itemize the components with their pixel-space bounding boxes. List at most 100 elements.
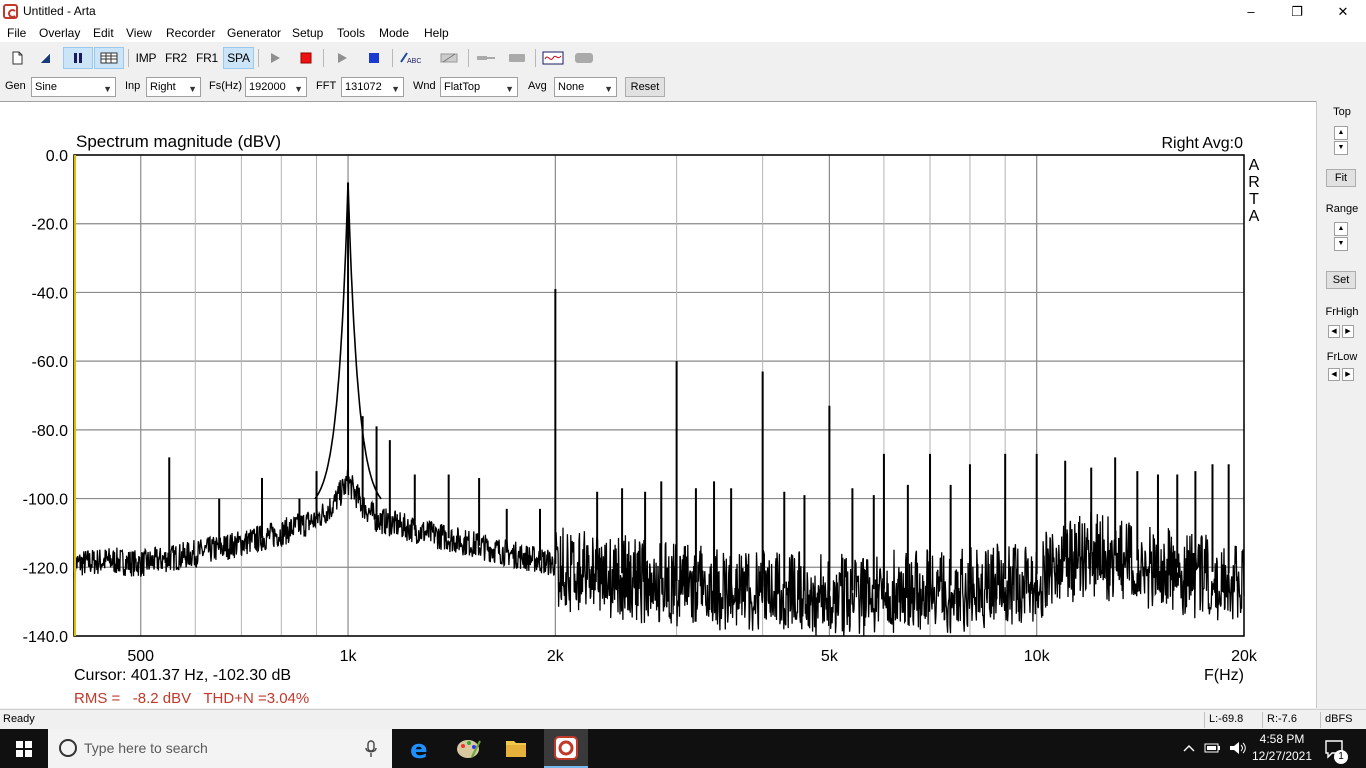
- avg-select[interactable]: None ▼: [554, 77, 617, 97]
- spectrum-noise-trace: [73, 469, 1245, 637]
- toolbar-separator: [258, 49, 259, 67]
- fr2-mode-button[interactable]: FR2: [161, 47, 191, 69]
- fs-select[interactable]: 192000 ▼: [245, 77, 307, 97]
- toolbar-separator: [535, 49, 536, 67]
- menu-tools[interactable]: Tools: [337, 26, 365, 40]
- fft-label: FFT: [316, 80, 337, 92]
- file-explorer-icon[interactable]: [496, 729, 536, 768]
- generator-play-icon[interactable]: [328, 47, 356, 69]
- menu-help[interactable]: Help: [424, 26, 449, 40]
- watermark-letter: A: [1249, 208, 1260, 225]
- pause-icon[interactable]: [63, 47, 93, 69]
- spectrum-chart[interactable]: 0.0 -20.0 -40.0 -60.0 -80.0 -100.0 -120.0 -140.…: [0, 102, 1316, 709]
- microphone-icon[interactable]: [365, 740, 377, 758]
- control-row: Gen Sine ▼ Inp Right ▼ Fs(Hz) 192000 ▼ FFT …: [0, 74, 1366, 100]
- windows-taskbar: Type here to search e 4:58 PM 12/27/2021…: [0, 729, 1366, 768]
- spa-mode-button[interactable]: SPA: [223, 47, 254, 69]
- probe-icon[interactable]: [471, 47, 501, 69]
- menu-mode[interactable]: Mode: [379, 26, 409, 40]
- top-down-arrow-icon[interactable]: ▼: [1334, 141, 1348, 155]
- x-axis-label: F(Hz): [1204, 667, 1244, 684]
- fft-select[interactable]: 131072 ▼: [341, 77, 404, 97]
- menu-edit[interactable]: Edit: [93, 26, 114, 40]
- reset-button[interactable]: Reset: [625, 77, 665, 97]
- play-icon[interactable]: [261, 47, 289, 69]
- right-level-readout: R:-7.6: [1262, 712, 1318, 728]
- range-down-arrow-icon[interactable]: ▼: [1334, 237, 1348, 251]
- frlow-right-arrow-icon[interactable]: ▶: [1342, 368, 1354, 381]
- spectrum-plot-panel[interactable]: 0.0 -20.0 -40.0 -60.0 -80.0 -100.0 -120.0 -140.…: [0, 101, 1316, 708]
- taskbar-search-box[interactable]: Type here to search: [48, 729, 392, 768]
- top-up-arrow-icon[interactable]: ▲: [1334, 126, 1348, 140]
- x-tick-label: 500: [127, 648, 154, 665]
- volume-icon[interactable]: [1228, 739, 1248, 757]
- minimize-button[interactable]: –: [1228, 0, 1274, 23]
- stop-record-icon[interactable]: [292, 47, 320, 69]
- search-placeholder: Type here to search: [84, 740, 208, 756]
- wnd-select[interactable]: FlatTop ▼: [440, 77, 518, 97]
- new-file-icon[interactable]: [3, 47, 31, 69]
- arta-app-icon[interactable]: [3, 4, 18, 19]
- avg-label: Avg: [528, 80, 547, 92]
- menu-generator[interactable]: Generator: [227, 26, 281, 40]
- status-ready: Ready: [3, 713, 35, 725]
- chevron-down-icon: ▼: [391, 84, 400, 94]
- device-icon[interactable]: [502, 47, 532, 69]
- fr1-mode-button[interactable]: FR1: [192, 47, 222, 69]
- frlow-label: FrLow: [1326, 351, 1358, 363]
- search-icon: [59, 739, 77, 757]
- imp-mode-button[interactable]: IMP: [131, 47, 161, 69]
- y-tick-label: -20.0: [32, 217, 69, 234]
- open-file-icon[interactable]: [31, 47, 59, 69]
- fs-label: Fs(Hz): [209, 80, 242, 92]
- svg-text:ABC: ABC: [407, 58, 421, 65]
- frhigh-left-arrow-icon[interactable]: ◀: [1328, 325, 1340, 338]
- menu-overlay[interactable]: Overlay: [39, 26, 80, 40]
- frhigh-right-arrow-icon[interactable]: ▶: [1342, 325, 1354, 338]
- menu-view[interactable]: View: [126, 26, 152, 40]
- maximize-button[interactable]: ❐: [1274, 0, 1320, 23]
- frlow-left-arrow-icon[interactable]: ◀: [1328, 368, 1340, 381]
- y-tick-label: -100.0: [23, 492, 68, 509]
- status-bar: Ready L:-69.8 R:-7.6 dBFS: [0, 709, 1366, 729]
- scope-icon[interactable]: [538, 47, 568, 69]
- y-tick-label: -140.0: [23, 629, 68, 646]
- table-view-icon[interactable]: [94, 47, 124, 69]
- range-up-arrow-icon[interactable]: ▲: [1334, 222, 1348, 236]
- gen-select[interactable]: Sine ▼: [31, 77, 116, 97]
- inp-select[interactable]: Right ▼: [146, 77, 201, 97]
- toolbar-separator: [128, 49, 129, 67]
- x-tick-label: 1k: [340, 648, 358, 665]
- edge-browser-icon[interactable]: e: [400, 729, 440, 768]
- set-button[interactable]: Set: [1326, 271, 1356, 289]
- x-tick-label: 10k: [1024, 648, 1051, 665]
- clock-time[interactable]: 4:58 PM: [1254, 732, 1310, 746]
- arta-taskbar-icon[interactable]: [544, 729, 588, 768]
- chevron-down-icon: ▼: [505, 84, 514, 94]
- rms-thd-readout: RMS = -8.2 dBV THD+N =3.04%: [74, 690, 309, 707]
- menu-bar: File Overlay Edit View Recorder Generato…: [0, 23, 1366, 42]
- menu-recorder[interactable]: Recorder: [166, 26, 215, 40]
- close-button[interactable]: ✕: [1320, 0, 1366, 23]
- y-tick-label: -60.0: [32, 354, 69, 371]
- chevron-down-icon: ▼: [103, 84, 112, 94]
- abc-icon[interactable]: ABC: [396, 47, 426, 69]
- menu-file[interactable]: File: [7, 26, 26, 40]
- generator-stop-icon[interactable]: [360, 47, 388, 69]
- chevron-down-icon: ▼: [604, 84, 613, 94]
- chevron-up-icon[interactable]: [1182, 742, 1196, 754]
- windows-start-icon[interactable]: [0, 729, 48, 768]
- paint-palette-icon[interactable]: [448, 729, 488, 768]
- meter-icon[interactable]: [569, 47, 599, 69]
- toolbar-separator: [323, 49, 324, 67]
- battery-icon[interactable]: [1204, 742, 1222, 754]
- fit-button[interactable]: Fit: [1326, 169, 1356, 187]
- y-tick-label: -120.0: [23, 560, 68, 577]
- inp-label: Inp: [125, 80, 141, 92]
- watermark-letter: T: [1249, 191, 1259, 208]
- crossed-chart-icon[interactable]: [434, 47, 464, 69]
- channel-label: Right Avg:0: [1161, 135, 1243, 152]
- clock-date[interactable]: 12/27/2021: [1250, 749, 1314, 763]
- cursor-readout: Cursor: 401.37 Hz, -102.30 dB: [74, 667, 291, 684]
- menu-setup[interactable]: Setup: [292, 26, 323, 40]
